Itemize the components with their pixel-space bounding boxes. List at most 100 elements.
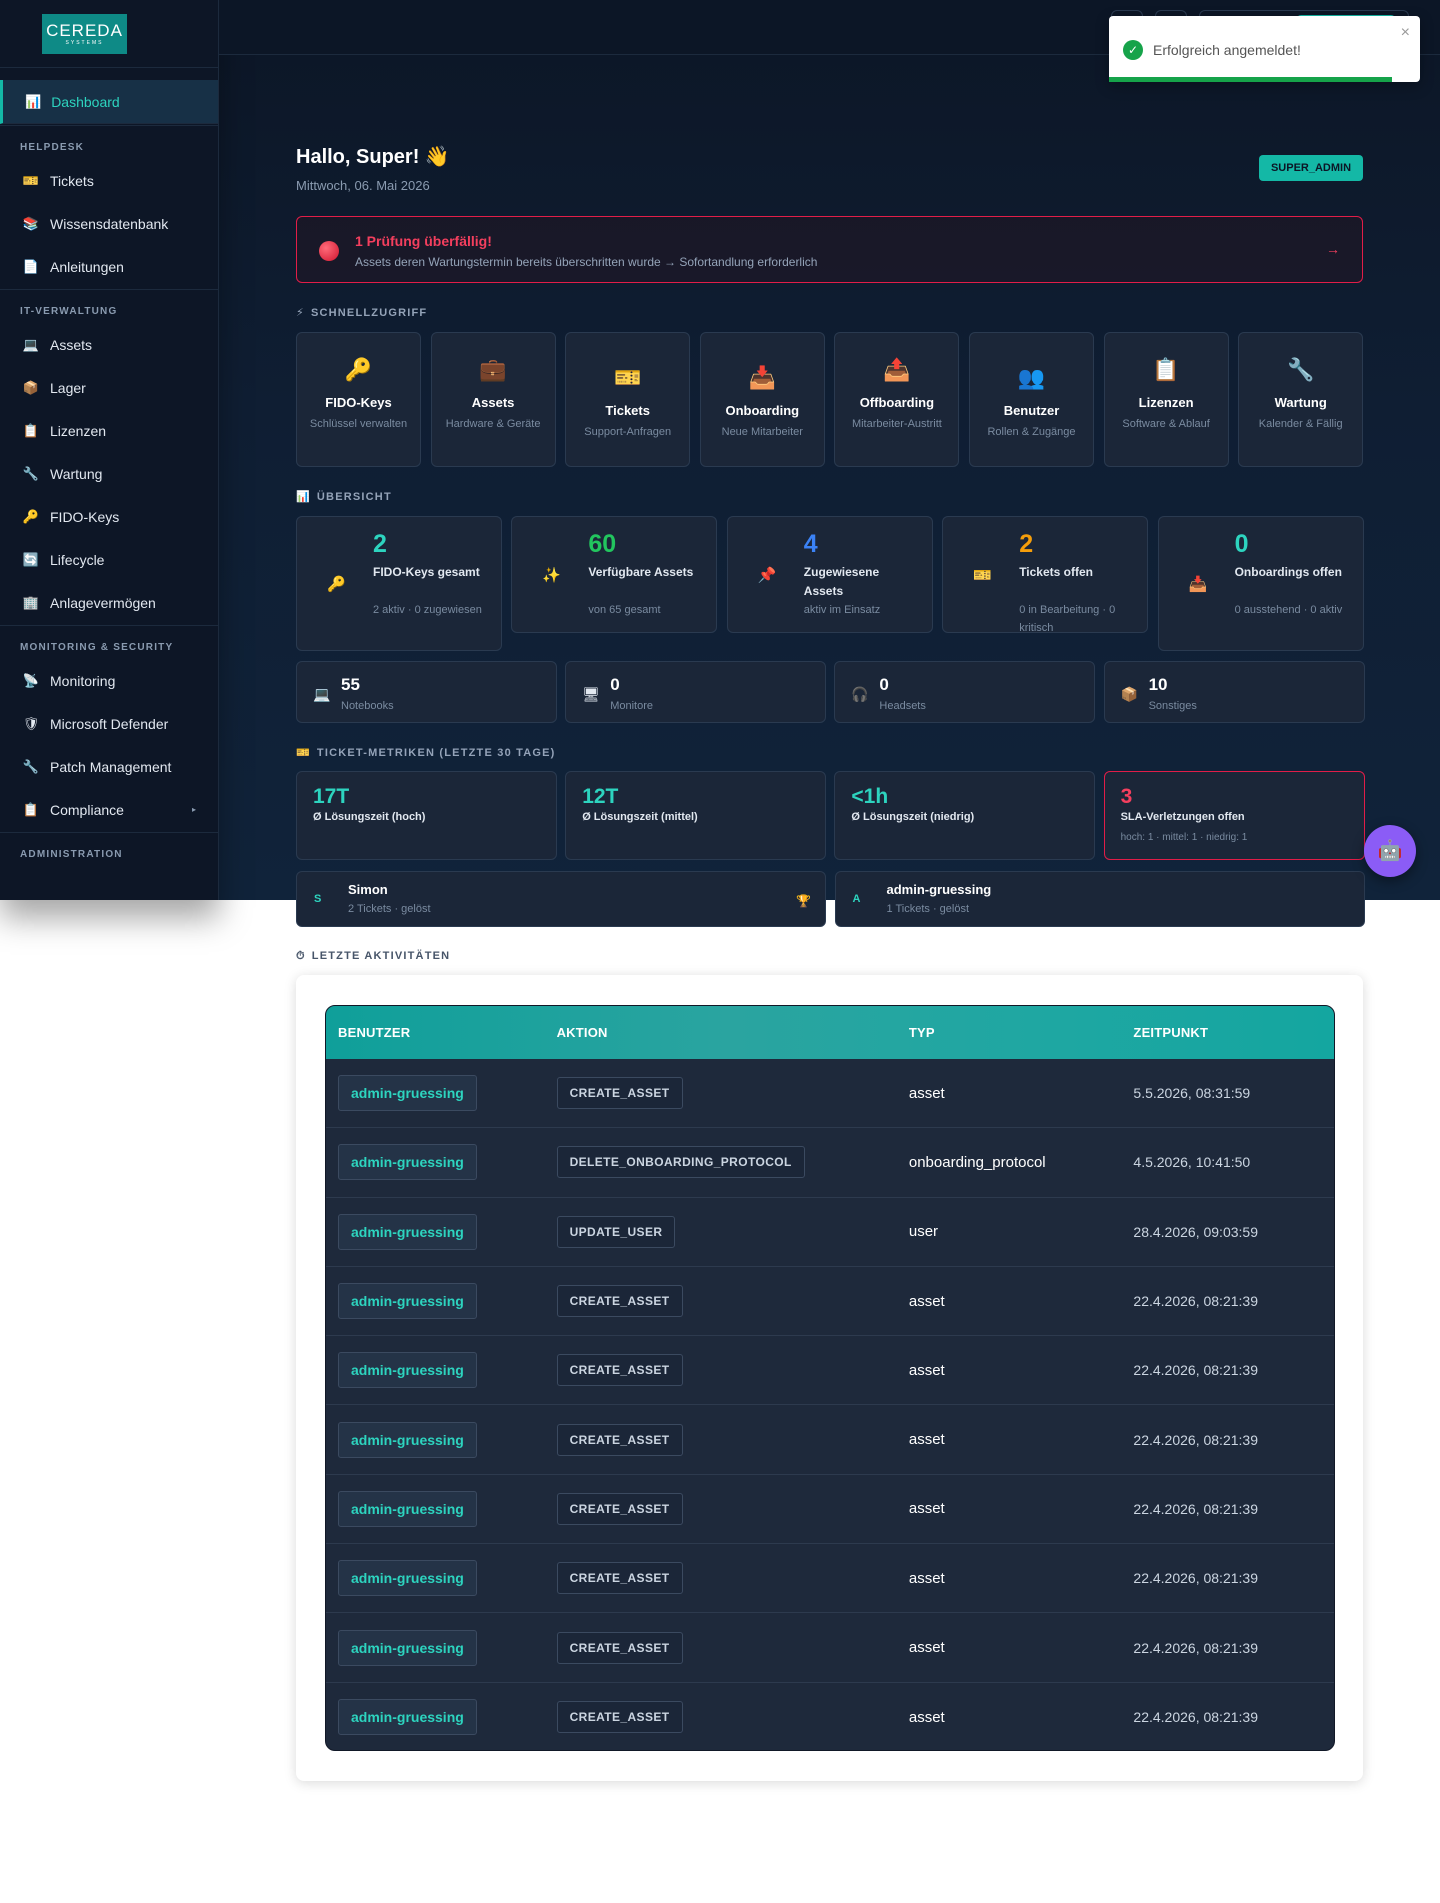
device-card[interactable]: 🖥 0 Monitore [565,661,827,723]
cell-type: asset [908,1431,945,1449]
stat-card[interactable]: ✨ 60 Verfügbare Assets von 65 gesamt [511,516,718,633]
table-row[interactable]: admin-gruessing CREATE_ASSET asset 22.4.202… [326,1613,1334,1683]
table-body: admin-gruessing CREATE_ASSET asset 5.5.2026… [326,1059,1334,1750]
sidebar-item-fido-keys[interactable]: 🔑 FIDO-Keys [0,495,218,538]
page-title: Hallo, Super! 👋 [296,146,450,168]
sla-card[interactable]: 3 SLA-Verletzungen offen hoch: 1 · mittel:… [1103,771,1365,860]
stat-card[interactable]: 📌 4 Zugewiesene Assets aktiv im Einsatz [726,516,933,633]
laptop-icon: 💻 [22,336,40,352]
sidebar-sections: HELPDESK 🎫 Tickets 📚 Wissensdatenbank 📄 Anleit… [0,125,218,860]
table-row[interactable]: admin-gruessing CREATE_ASSET asset 22.4.202… [326,1267,1334,1337]
cell-time: 4.5.2026, 10:41:50 [1133,1154,1251,1171]
logo[interactable]: CEREDA SYSTEMS [42,13,127,54]
metric-label: Ø Lösungszeit (hoch) [313,811,426,823]
overdue-alert[interactable]: 1 Prüfung überfällig! Assets deren Wartu… [296,216,1363,283]
chatbot-button[interactable]: 🤖 [1364,825,1416,877]
sidebar-item-lizenzen[interactable]: 📋 Lizenzen [0,409,218,452]
user-badge[interactable]: admin-gruessing [338,1213,477,1250]
action-badge: CREATE_ASSET [556,1077,683,1110]
stat-card[interactable]: 🔑 2 FIDO-Keys gesamt 2 aktiv · 0 zugewiesen [296,516,502,651]
table-row[interactable]: admin-gruessing CREATE_ASSET asset 5.5.2026… [326,1059,1334,1129]
sidebar-item-patch-management[interactable]: 🔧 Patch Management [0,745,218,788]
section-label: TICKET-METRIKEN (LETZTE 30 TAGE) [316,747,556,759]
quick-access-card-benutzer[interactable]: 👥 Benutzer Rollen & Zugänge [969,332,1094,467]
card-title: Assets [471,395,515,410]
metric-card[interactable]: 12T Ø Lösungszeit (mittel) [565,771,827,860]
sidebar-item-tickets[interactable]: 🎫 Tickets [0,159,218,202]
metric-card[interactable]: <1h Ø Lösungszeit (niedrig) [834,771,1096,860]
cell-action: CREATE_ASSET [545,1631,897,1664]
user-badge[interactable]: admin-gruessing [338,1352,477,1389]
metric-card[interactable]: 17T Ø Lösungszeit (hoch) [296,771,557,860]
table-row[interactable]: admin-gruessing CREATE_ASSET asset 22.4.202… [326,1544,1334,1614]
table-row[interactable]: admin-gruessing CREATE_ASSET asset 22.4.202… [326,1475,1334,1545]
sidebar-item-microsoft-defender[interactable]: 🛡 Microsoft Defender [0,702,218,745]
cell-user: admin-gruessing [326,1144,545,1181]
resolver-card[interactable]: Aadmin-gruessing 1 Tickets · gelöst [834,871,1365,927]
sidebar-item-dashboard[interactable]: 📊 Dashboard [0,80,218,124]
wrench-icon: 🔧 [22,758,40,774]
column-header-user[interactable]: BENUTZER [326,1025,545,1040]
device-card[interactable]: 📦 10 Sonstiges [1103,661,1365,723]
key-icon: 🔑 [327,575,346,593]
stat-value: 2 [373,530,387,558]
toast-notification: ✓ Erfolgreich angemeldet! × [1109,16,1420,82]
action-badge: CREATE_ASSET [556,1423,683,1456]
logo-subtext: SYSTEMS [65,39,104,46]
table-row[interactable]: admin-gruessing DELETE_ONBOARDING_PROTOCO… [326,1128,1334,1198]
user-badge[interactable]: admin-gruessing [338,1699,477,1736]
action-badge: DELETE_ONBOARDING_PROTOCOL [556,1146,805,1179]
resolver-subtext: 2 Tickets · gelöst [348,903,431,915]
user-badge[interactable]: admin-gruessing [338,1490,477,1527]
table-row[interactable]: admin-gruessing CREATE_ASSET asset 22.4.202… [326,1336,1334,1406]
user-badge[interactable]: admin-gruessing [338,1075,477,1112]
stat-subtext: von 65 gesamt [588,604,661,616]
quick-access-card-assets[interactable]: 💼 Assets Hardware & Geräte [430,332,556,467]
card-subtitle: Software & Ablauf [1122,418,1210,430]
sidebar-item-compliance[interactable]: 📋 Compliance ▸ [0,788,218,831]
column-header-type[interactable]: TYP [897,1025,1122,1040]
device-card[interactable]: 💻 55 Notebooks [296,661,557,723]
column-header-action[interactable]: AKTION [545,1025,897,1040]
sidebar-item-wissensdatenbank[interactable]: 📚 Wissensdatenbank [0,202,218,245]
quick-access-card-offboarding[interactable]: 📤 Offboarding Mitarbeiter-Austritt [834,332,960,467]
sidebar-item-anlageverm-gen[interactable]: 🏢 Anlagevermögen [0,581,218,624]
stat-card[interactable]: 🎫 2 Tickets offen 0 in Bearbeitung · 0 krit… [942,516,1149,634]
table-row[interactable]: admin-gruessing CREATE_ASSET asset 22.4.202… [326,1405,1334,1475]
card-title: Tickets [605,403,650,418]
table-row[interactable]: admin-gruessing UPDATE_USER user 28.4.2026,… [326,1198,1334,1267]
quick-access-card-tickets[interactable]: 🎫 Tickets Support-Anfragen [565,332,691,467]
stat-card[interactable]: 📥 0 Onboardings offen 0 ausstehend · 0 akti… [1157,516,1364,651]
close-icon[interactable]: × [1401,24,1410,42]
quick-access-card-fido-keys[interactable]: 🔑 FIDO-Keys Schlüssel verwalten [296,332,421,467]
quick-access-card-wartung[interactable]: 🔧 Wartung Kalender & Fällig [1238,332,1364,467]
red-circle-icon [319,241,339,261]
sidebar-section: MONITORING & SECURITY 📡 Monitoring 🛡 Microso… [0,625,218,831]
user-badge[interactable]: admin-gruessing [338,1421,477,1458]
sidebar-item-monitoring[interactable]: 📡 Monitoring [0,659,218,702]
sidebar-item-label: Microsoft Defender [50,715,169,732]
user-badge[interactable]: admin-gruessing [338,1283,477,1320]
role-badge: SUPER_ADMIN [1259,155,1363,181]
cell-action: CREATE_ASSET [545,1354,897,1387]
sidebar-item-lager[interactable]: 📦 Lager [0,366,218,409]
user-badge[interactable]: admin-gruessing [338,1144,477,1181]
sidebar-item-wartung[interactable]: 🔧 Wartung [0,452,218,495]
card-subtitle: Kalender & Fällig [1258,418,1343,430]
device-card[interactable]: 🎧 0 Headsets [834,661,1096,723]
quick-access-card-onboarding[interactable]: 📥 Onboarding Neue Mitarbeiter [699,332,825,467]
sidebar-item-anleitungen[interactable]: 📄 Anleitungen [0,245,218,288]
stat-subtext: 0 in Bearbeitung · 0 kritisch [1019,604,1116,634]
user-badge[interactable]: admin-gruessing [338,1560,477,1597]
clock-icon: ⏱ [296,950,306,962]
table-row[interactable]: admin-gruessing CREATE_ASSET asset 22.4.202… [326,1683,1334,1750]
sidebar: CEREDA SYSTEMS 📊 Dashboard HELPDESK 🎫 Tick… [0,0,219,900]
column-header-time[interactable]: ZEITPUNKT [1121,1025,1334,1040]
quick-access-card-lizenzen[interactable]: 📋 Lizenzen Software & Ablauf [1103,332,1229,467]
action-badge: CREATE_ASSET [556,1492,683,1525]
resolver-name: Simon [348,882,388,897]
resolver-card[interactable]: S Simon 2 Tickets · gelöst 🏆 [296,871,826,927]
sidebar-item-lifecycle[interactable]: 🔄 Lifecycle [0,538,218,581]
sidebar-item-assets[interactable]: 💻 Assets [0,323,218,366]
user-badge[interactable]: admin-gruessing [338,1629,477,1666]
